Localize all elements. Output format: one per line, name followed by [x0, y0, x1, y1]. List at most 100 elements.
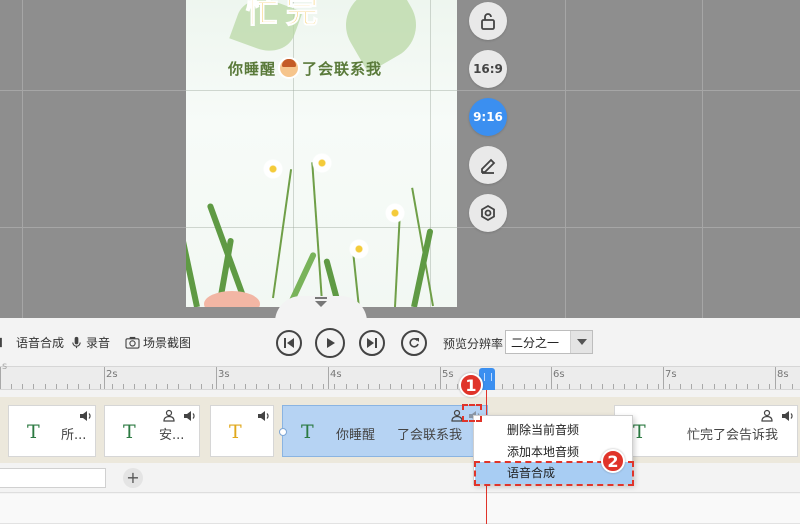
ruler-minor-tick: [11, 384, 12, 389]
ruler-minor-tick: [167, 384, 168, 389]
scene-clip[interactable]: T: [210, 405, 274, 457]
ruler-minor-tick: [234, 384, 235, 389]
ruler-minor-tick: [602, 384, 603, 389]
scene-clip-selected[interactable]: T 你睡醒 了会联系我: [282, 405, 488, 457]
settings-button[interactable]: [469, 194, 507, 232]
poster-subtitle-right: 了会联系我: [302, 59, 383, 78]
text-type-icon: T: [633, 421, 646, 443]
ruler-tick-label: 2s: [106, 369, 118, 380]
grid-line: [186, 227, 457, 228]
play-button[interactable]: [315, 328, 345, 358]
ruler-minor-tick: [769, 384, 770, 389]
clip-text-right: 了会联系我: [397, 428, 463, 443]
ruler-minor-tick: [513, 384, 514, 389]
ruler-minor-tick: [557, 384, 558, 389]
resolution-value: 二分之一: [511, 335, 560, 350]
ruler-minor-tick: [0, 384, 1, 389]
ruler-minor-tick: [435, 384, 436, 389]
ruler-minor-tick: [112, 384, 113, 389]
scene-clip[interactable]: T 安...: [104, 405, 200, 457]
ruler-minor-tick: [702, 384, 703, 389]
ratio-16-9-button[interactable]: 16:9: [469, 50, 507, 88]
scene-clip[interactable]: T 忙完了会告诉我: [614, 405, 798, 457]
scene-clip[interactable]: T 所...: [8, 405, 96, 457]
ruler-tick: [328, 367, 329, 389]
voice-person-icon[interactable]: [761, 409, 775, 423]
empty-track: [0, 494, 800, 524]
ruler-tick-label: 7s: [665, 369, 677, 380]
edit-button[interactable]: [469, 146, 507, 184]
ruler-minor-tick: [524, 384, 525, 389]
ruler-minor-tick: [725, 384, 726, 389]
screenshot-tool[interactable]: 场景截图: [125, 334, 191, 351]
grass-blade: [186, 218, 200, 307]
chevron-down-icon[interactable]: [570, 331, 592, 353]
ruler-minor-tick: [580, 384, 581, 389]
ruler-minor-tick: [56, 384, 57, 389]
ruler-minor-tick: [223, 384, 224, 389]
ruler-minor-tick: [100, 384, 101, 389]
next-button[interactable]: [359, 330, 385, 356]
speaker-icon[interactable]: [256, 409, 270, 423]
flower-stem: [311, 162, 323, 303]
tts-label: 语音合成: [16, 336, 65, 350]
ruler-minor-tick: [78, 384, 79, 389]
gear-icon: [481, 204, 495, 222]
skip-back-icon: [284, 338, 294, 348]
ruler-minor-tick: [424, 384, 425, 389]
ruler-tick: [216, 367, 217, 389]
add-track-button[interactable]: +: [123, 468, 143, 488]
ruler-minor-tick: [647, 384, 648, 389]
tts-tool[interactable]: 语音合成: [0, 334, 64, 351]
poster-title: 忙完: [245, 0, 327, 31]
ratio-9-16-button[interactable]: 9:16: [469, 98, 507, 136]
ruler-minor-tick: [290, 384, 291, 389]
ruler-minor-tick: [156, 384, 157, 389]
ruler-minor-tick: [89, 384, 90, 389]
ruler-minor-tick: [134, 384, 135, 389]
ruler-tick: [775, 367, 776, 389]
transition-handle[interactable]: [279, 428, 287, 436]
speaker-icon[interactable]: [182, 409, 196, 423]
previous-button[interactable]: [276, 330, 302, 356]
ruler-tick-label: 8s: [777, 369, 789, 380]
ruler-minor-tick: [736, 384, 737, 389]
track-clip[interactable]: [0, 468, 106, 488]
ruler-minor-tick: [145, 384, 146, 389]
resolution-select[interactable]: 二分之一: [505, 330, 593, 354]
ruler-minor-tick: [714, 384, 715, 389]
grid-line: [430, 0, 431, 307]
lock-button[interactable]: [469, 2, 507, 40]
ruler-minor-tick: [390, 384, 391, 389]
resolution-label: 预览分辨率: [443, 337, 504, 351]
rock-decoration: [204, 291, 260, 307]
avatar: [278, 57, 301, 79]
grid-line: [22, 0, 23, 318]
ruler-minor-tick: [301, 384, 302, 389]
poster-subtitle-left: 你睡醒: [228, 59, 277, 78]
timeline-ruler[interactable]: s 2s 3s 4s 5s 6s 7s 8s: [0, 361, 800, 390]
playback-toolbar: 语音合成 录音 场景截图 预览分辨率 二分之一: [0, 318, 800, 366]
ruler-minor-tick: [691, 384, 692, 389]
ruler-minor-tick: [279, 384, 280, 389]
ruler-minor-tick: [256, 384, 257, 389]
speaker-icon[interactable]: [78, 409, 92, 423]
ruler-minor-tick: [413, 384, 414, 389]
menu-item-delete-audio[interactable]: 删除当前音频: [475, 419, 632, 441]
annotation-highlight-speaker: [462, 404, 482, 422]
voice-person-icon[interactable]: [163, 409, 177, 423]
poster-preview[interactable]: 忙完 你睡醒 了会联系我: [186, 0, 457, 307]
speaker-icon[interactable]: [780, 409, 794, 423]
ruler-minor-tick: [680, 384, 681, 389]
ruler-minor-tick: [546, 384, 547, 389]
ruler-minor-tick: [245, 384, 246, 389]
replay-button[interactable]: [401, 330, 427, 356]
ruler-minor-tick: [569, 384, 570, 389]
ruler-minor-tick: [368, 384, 369, 389]
record-tool[interactable]: 录音: [70, 334, 110, 351]
daisy-flower: [348, 238, 370, 260]
daisy-flower: [384, 202, 406, 224]
grid-line: [565, 0, 566, 318]
flower-stem: [272, 169, 293, 299]
ruler-minor-tick: [624, 384, 625, 389]
